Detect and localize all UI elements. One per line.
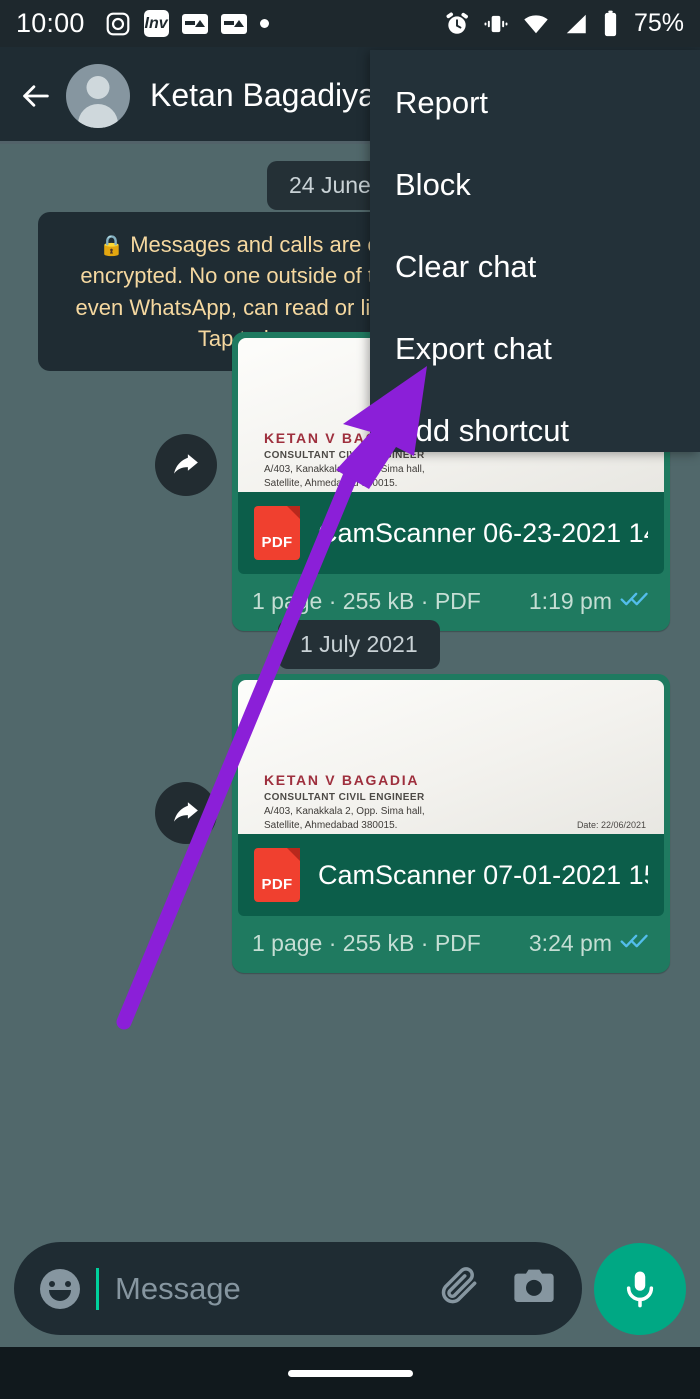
document-meta-text: 1 page · 255 kB · PDF xyxy=(252,930,481,956)
lock-icon: 🔒 xyxy=(99,235,125,257)
document-meta-text: 1 page · 255 kB · PDF xyxy=(252,588,481,614)
menu-item-report[interactable]: Report xyxy=(370,62,700,144)
document-meta-row: 1 page · 255 kB · PDF 3:24 pm xyxy=(238,916,664,967)
paperclip-icon[interactable] xyxy=(438,1264,482,1313)
input-actions xyxy=(438,1264,556,1313)
pdf-icon-label: PDF xyxy=(261,876,293,893)
thumbnail-subtitle: CONSULTANT CIVIL ENGINEER xyxy=(264,792,425,803)
inv-app-icon: Inv xyxy=(143,10,169,37)
card-transfer-icon xyxy=(220,13,247,34)
wifi-icon xyxy=(522,11,550,37)
system-navigation-bar xyxy=(0,1347,700,1399)
menu-item-export-chat[interactable]: Export chat xyxy=(370,308,700,390)
date-divider: 1 July 2021 xyxy=(278,620,440,669)
thumbnail-date-stamp: Date: 22/06/2021 xyxy=(576,820,646,830)
battery-percent-label: 75% xyxy=(633,9,684,37)
thumbnail-address-line-1: A/403, Kanakkala 2, Opp. Sima hall, xyxy=(264,806,425,817)
document-file-name: CamScanner 07-01-2021 15… xyxy=(318,859,648,890)
text-cursor xyxy=(96,1267,99,1310)
thumbnail-address-line-2: Satellite, Ahmedabad 380015. xyxy=(264,478,398,489)
thumbnail-address-line-2: Satellite, Ahmedabad 380015. xyxy=(264,820,398,831)
message-time-status: 1:19 pm xyxy=(529,588,650,615)
read-receipt-icon xyxy=(620,588,650,615)
thumbnail-name: KETAN V BAGADIA xyxy=(264,772,420,788)
document-file-row[interactable]: PDF CamScanner 06-23-2021 14… xyxy=(238,492,664,574)
forward-arrow-icon[interactable] xyxy=(155,782,217,844)
microphone-icon[interactable] xyxy=(594,1242,686,1335)
instagram-icon xyxy=(105,11,131,37)
status-bar-system-icons: 75% xyxy=(444,9,684,38)
message-time-status: 3:24 pm xyxy=(529,930,650,957)
notification-dot-icon xyxy=(259,19,269,28)
camera-icon[interactable] xyxy=(512,1266,556,1311)
status-bar-notification-icons: Inv xyxy=(105,10,269,37)
header-divider xyxy=(0,141,370,144)
menu-item-block[interactable]: Block xyxy=(370,144,700,226)
pdf-icon-label: PDF xyxy=(261,534,293,551)
message-input-bar: Message xyxy=(0,1230,700,1347)
overflow-menu[interactable]: Report Block Clear chat Export chat Add … xyxy=(370,50,700,452)
document-file-name: CamScanner 06-23-2021 14… xyxy=(318,517,648,548)
search-input[interactable]: Message xyxy=(115,1271,422,1307)
card-transfer-icon xyxy=(181,13,208,34)
read-receipt-icon xyxy=(620,930,650,957)
back-arrow-icon[interactable] xyxy=(14,74,58,118)
cellular-signal-icon xyxy=(563,11,589,37)
message-input-pill[interactable]: Message xyxy=(14,1242,582,1335)
battery-icon xyxy=(602,10,619,37)
status-bar-clock: 10:00 xyxy=(16,8,85,38)
document-file-row[interactable]: PDF CamScanner 07-01-2021 15… xyxy=(238,834,664,916)
whatsapp-chat-screen: 10:00 Inv 75% Ketan Bagadiya 24 June 202… xyxy=(0,0,700,1399)
document-thumbnail[interactable]: KETAN V BAGADIA CONSULTANT CIVIL ENGINEE… xyxy=(238,680,664,834)
menu-item-clear-chat[interactable]: Clear chat xyxy=(370,226,700,308)
home-gesture-pill[interactable] xyxy=(287,1369,413,1377)
avatar[interactable] xyxy=(66,63,130,128)
forward-arrow-icon[interactable] xyxy=(155,434,217,496)
document-meta-row: 1 page · 255 kB · PDF 1:19 pm xyxy=(238,574,664,625)
pdf-icon: PDF xyxy=(254,506,300,560)
vibrate-icon xyxy=(483,11,509,37)
menu-item-add-shortcut[interactable]: Add shortcut xyxy=(370,390,700,472)
page-title[interactable]: Ketan Bagadiya xyxy=(150,77,376,114)
document-message-bubble[interactable]: KETAN V BAGADIA CONSULTANT CIVIL ENGINEE… xyxy=(232,674,670,973)
message-timestamp: 3:24 pm xyxy=(528,930,612,956)
pdf-icon: PDF xyxy=(254,848,300,902)
alarm-icon xyxy=(444,11,470,37)
message-timestamp: 1:19 pm xyxy=(528,588,612,614)
status-bar: 10:00 Inv 75% xyxy=(0,0,700,47)
emoji-icon[interactable] xyxy=(40,1268,80,1309)
